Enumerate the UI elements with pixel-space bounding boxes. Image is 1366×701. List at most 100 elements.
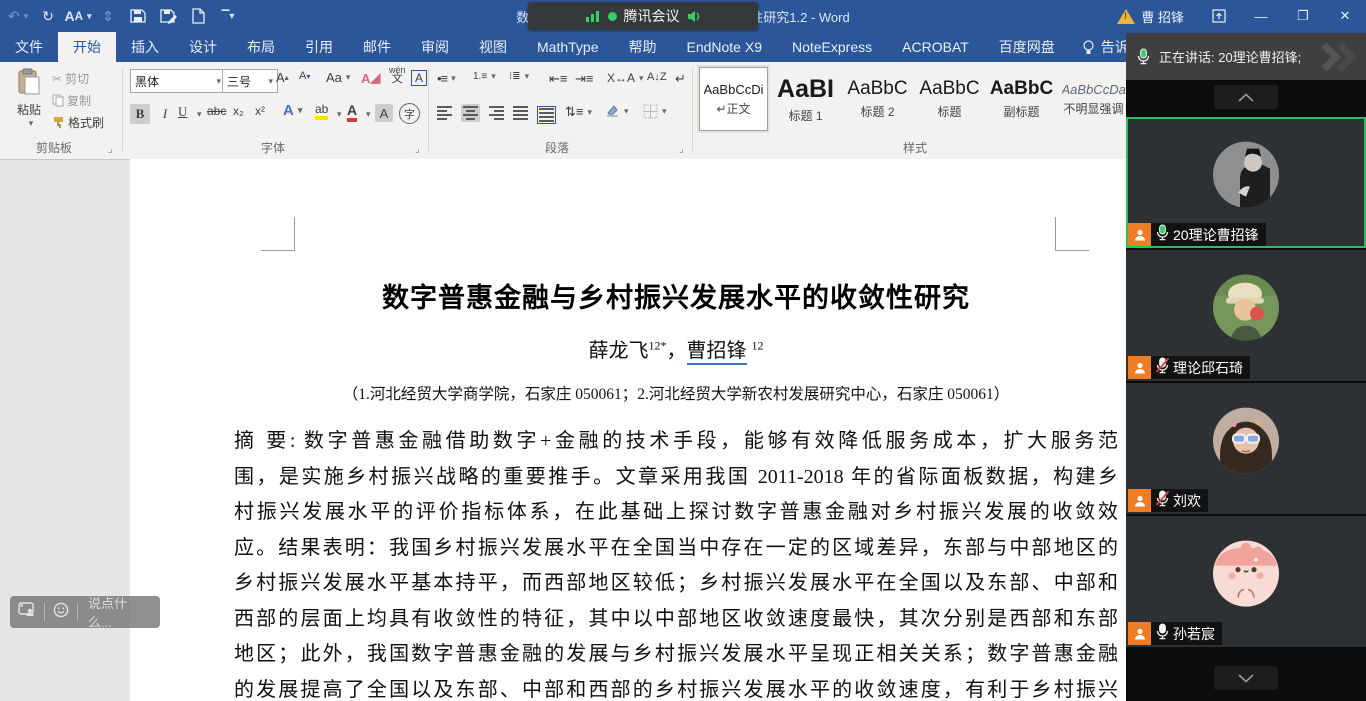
align-right-icon[interactable] (489, 106, 504, 120)
style-标题 1[interactable]: AaBI 标题 1 (771, 67, 840, 131)
host-badge (1128, 223, 1151, 246)
align-center-icon[interactable] (461, 104, 480, 122)
paragraph-dialog-launcher[interactable]: ⌟ (679, 144, 684, 155)
tab-帮助[interactable]: 帮助 (613, 32, 671, 62)
meeting-chat-widget[interactable]: 说点什么... (10, 593, 160, 631)
participant-tile-20理论曹招锋[interactable]: 20理论曹招锋 (1126, 117, 1366, 248)
warning-icon[interactable] (1117, 8, 1136, 24)
show-marks-icon[interactable]: ↵ (675, 71, 686, 87)
tab-百度网盘[interactable]: 百度网盘 (984, 32, 1070, 62)
superscript-button[interactable]: x² (255, 104, 265, 118)
close-button[interactable]: ✕ (1324, 0, 1366, 32)
tab-插入[interactable]: 插入 (116, 32, 174, 62)
strikethrough-button[interactable]: abc (207, 104, 226, 118)
ribbon: 粘贴 ▾ ✂ 剪切 复制 格式刷 剪贴板 ⌟ 黑体 ▾ 三号 ▾ A ▴ A ▾ Aa ▾ … (0, 62, 1128, 160)
line-spacing-icon[interactable]: ⇅≡ ▾ (565, 104, 592, 120)
align-left-icon[interactable] (437, 106, 452, 120)
numbering-icon[interactable]: 1.≡ ▾ (473, 71, 496, 82)
abstract-line: 西部的层面上均具有收敛性的特征，其中以中部地区收敛速度最快，其次分别是西部和东部 (234, 607, 1118, 630)
character-shading-button[interactable]: A (375, 104, 393, 122)
multilevel-list-icon[interactable]: ⁝≣ ▾ (509, 71, 529, 82)
ribbon-display-options-icon[interactable] (1198, 0, 1240, 32)
expand-videos-button[interactable] (1214, 666, 1278, 690)
qat-customize-icon[interactable]: ▔▾ (216, 4, 240, 28)
change-case-button[interactable]: Aa ▾ (326, 70, 350, 85)
style-标题 2[interactable]: AaBbC 标题 2 (843, 67, 912, 131)
tab-布局[interactable]: 布局 (232, 32, 290, 62)
tab-引用[interactable]: 引用 (290, 32, 348, 62)
share-member-icon[interactable] (10, 602, 44, 622)
save-as-icon[interactable] (156, 4, 180, 28)
text-effects-button[interactable]: A ▾ (283, 102, 302, 119)
bold-button[interactable]: B (130, 104, 150, 124)
font-family-combo[interactable]: 黑体 ▾ (130, 69, 226, 93)
tab-审阅[interactable]: 审阅 (406, 32, 464, 62)
emoji-icon[interactable] (45, 602, 77, 623)
style-不明显强调[interactable]: AaBbCcDa 不明显强调 (1059, 67, 1128, 131)
distribute-icon[interactable] (537, 106, 556, 124)
increase-indent-icon[interactable]: ⇥≡ (575, 71, 593, 87)
font-color-button[interactable]: A (347, 102, 358, 122)
line-spacing-icon[interactable]: ⇕ (96, 4, 120, 28)
decrease-indent-icon[interactable]: ⇤≡ (549, 71, 567, 87)
chevron-up-icon (1238, 92, 1254, 102)
panel-arrows-decoration (1321, 42, 1357, 72)
style-副标题[interactable]: AaBbC 副标题 (987, 67, 1056, 131)
account-name[interactable]: 曹 招锋 (1141, 7, 1184, 26)
cut-button[interactable]: ✂ 剪切 (52, 70, 89, 87)
character-border-button[interactable]: A (411, 70, 428, 86)
clear-formatting-button[interactable]: A ◢ (361, 70, 380, 86)
style-↵正文[interactable]: AaBbCcDi ↵正文 (699, 67, 768, 131)
font-size-combo[interactable]: 三号 ▾ (222, 69, 278, 93)
font-dialog-launcher[interactable]: ⌟ (415, 144, 420, 155)
style-标题[interactable]: AaBbC 标题 (915, 67, 984, 131)
tab-文件[interactable]: 文件 (0, 32, 58, 62)
screen: 数字普惠金融与乡村振兴发展水平的收敛性研究1.2 - Word ↶▾ ↻ AA▾… (0, 0, 1366, 701)
redo-icon[interactable]: ↻ (36, 4, 60, 28)
tab-MathType[interactable]: MathType (522, 32, 613, 62)
font-style-icon[interactable]: A A ▾ (64, 4, 91, 28)
format-painter-button[interactable]: 格式刷 (52, 114, 104, 131)
sort-icon[interactable]: A↓Z (647, 71, 667, 83)
paste-button[interactable]: 粘贴 ▾ (8, 68, 50, 129)
bullets-icon[interactable]: •≡ ▾ (437, 71, 456, 86)
tab-视图[interactable]: 视图 (464, 32, 522, 62)
participant-tile-孙若宸[interactable]: 孙若宸 (1126, 516, 1366, 647)
collapse-videos-button[interactable] (1214, 85, 1278, 109)
shading-icon[interactable]: ▾ (605, 104, 629, 118)
tab-NoteExpress[interactable]: NoteExpress (777, 32, 887, 62)
justify-icon[interactable] (513, 106, 528, 120)
paste-icon (18, 68, 40, 95)
copy-button[interactable]: 复制 (52, 92, 91, 109)
minimize-button[interactable]: — (1240, 0, 1282, 32)
enclose-characters-button[interactable]: 字 (399, 103, 420, 124)
asian-layout-icon[interactable]: X↔A ▾ (607, 71, 644, 85)
chat-input[interactable]: 说点什么... (78, 593, 160, 631)
phonetic-guide-button[interactable]: wén 文 (389, 66, 406, 85)
new-document-icon[interactable] (186, 4, 210, 28)
underline-button[interactable]: U (178, 104, 187, 120)
abstract-line: 乡村振兴发展水平基本持平，而西部地区较低；乡村振兴发展水平在全国以及东部、中部和 (234, 572, 1118, 594)
highlight-button[interactable]: ab (315, 102, 329, 120)
undo-icon[interactable]: ↶ ▾ (6, 4, 30, 28)
subscript-button[interactable]: x₂ (233, 104, 244, 118)
styles-group-label: 样式 (903, 141, 928, 155)
tab-ACROBAT[interactable]: ACROBAT (887, 32, 984, 62)
restore-button[interactable]: ❐ (1282, 0, 1324, 32)
meeting-panel: 正在讲话: 20理论曹招锋; 20理论曹招锋 理论邱石琦 刘欢 孙若宸 (1126, 33, 1366, 701)
participant-tile-理论邱石琦[interactable]: 理论邱石琦 (1126, 250, 1366, 381)
italic-button[interactable]: I (156, 104, 174, 124)
tab-邮件[interactable]: 邮件 (348, 32, 406, 62)
mic-status-icon (1155, 490, 1170, 512)
crop-mark-right (1055, 217, 1089, 251)
tencent-meeting-pill[interactable]: 腾讯会议 (528, 2, 758, 30)
participant-tile-刘欢[interactable]: 刘欢 (1126, 383, 1366, 514)
tab-开始[interactable]: 开始 (58, 32, 116, 62)
save-icon[interactable] (126, 4, 150, 28)
borders-icon[interactable]: ▾ (643, 104, 667, 119)
tab-设计[interactable]: 设计 (174, 32, 232, 62)
shrink-font-button[interactable]: A ▾ (299, 70, 310, 82)
tab-EndNote X9[interactable]: EndNote X9 (671, 32, 777, 62)
clipboard-dialog-launcher[interactable]: ⌟ (108, 144, 113, 155)
grow-font-button[interactable]: A ▴ (276, 70, 289, 85)
